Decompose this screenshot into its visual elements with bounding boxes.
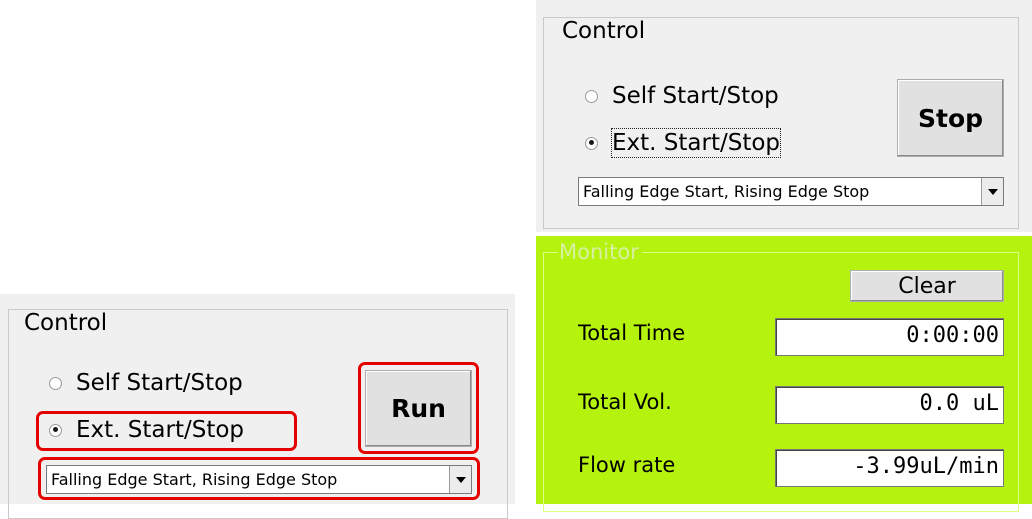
highlight-ext-radio: [36, 411, 297, 451]
highlight-trigger-select: [38, 457, 480, 500]
self-start-stop-label: Self Start/Stop: [76, 370, 243, 396]
ext-start-stop-radio-top[interactable]: Ext. Start/Stop: [585, 128, 782, 158]
total-vol-label: Total Vol.: [578, 390, 672, 414]
highlight-run-button: [358, 362, 479, 454]
total-vol-value: 0.0 uL: [775, 386, 1004, 424]
flow-rate-value: -3.99uL/min: [775, 449, 1004, 487]
self-start-stop-label: Self Start/Stop: [612, 83, 779, 109]
monitor-legend: Monitor: [558, 240, 642, 264]
radio-checked-icon: [585, 136, 598, 150]
radio-unchecked-icon: [585, 89, 598, 103]
flow-rate-label: Flow rate: [578, 453, 676, 477]
dropdown-arrow-icon[interactable]: [981, 178, 1003, 205]
trigger-mode-value: Falling Edge Start, Rising Edge Stop: [583, 182, 870, 201]
control-legend-top: Control: [560, 18, 650, 44]
total-time-label: Total Time: [578, 321, 686, 345]
clear-button[interactable]: Clear: [850, 270, 1004, 302]
stop-button[interactable]: Stop: [897, 79, 1004, 157]
self-start-stop-radio-top[interactable]: Self Start/Stop: [585, 82, 779, 110]
control-legend-bottom: Control: [22, 310, 112, 336]
trigger-mode-select-top[interactable]: Falling Edge Start, Rising Edge Stop: [578, 177, 1004, 206]
ext-start-stop-label: Ext. Start/Stop: [610, 128, 782, 158]
radio-unchecked-icon: [49, 376, 62, 390]
self-start-stop-radio-bottom[interactable]: Self Start/Stop: [49, 369, 243, 397]
total-time-value: 0:00:00: [775, 318, 1004, 356]
